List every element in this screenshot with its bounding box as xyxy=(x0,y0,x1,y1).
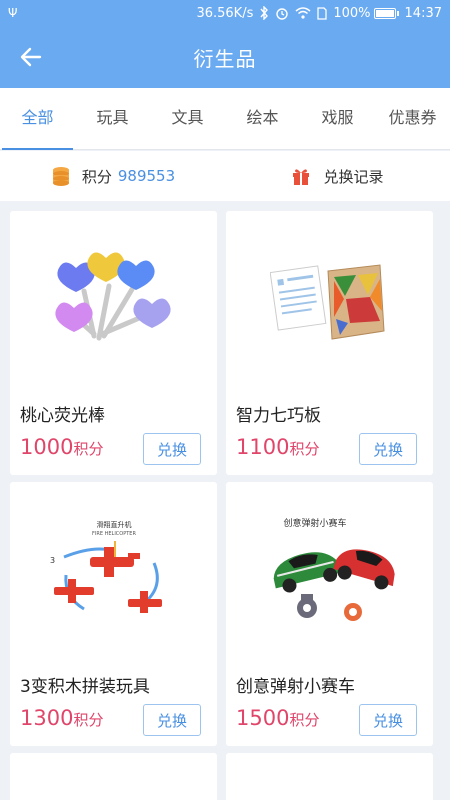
product-price: 1300积分 xyxy=(20,706,104,730)
product-image-transforming-blocks: 滑翔直升机 FIRE HELICOPTER 3 xyxy=(10,482,217,662)
tab-picture-books[interactable]: 绘本 xyxy=(225,88,300,150)
product-image-tangram xyxy=(226,211,433,391)
category-tabs: 全部 玩具 文具 绘本 戏服 优惠券 xyxy=(0,88,450,150)
redeem-button[interactable]: 兑换 xyxy=(359,433,417,465)
clock: 14:37 xyxy=(404,5,442,21)
tab-all[interactable]: 全部 xyxy=(0,88,75,150)
points-bar: 积分 989553 兑换记录 xyxy=(0,151,450,201)
redeem-records-button[interactable]: 兑换记录 xyxy=(225,166,450,187)
tab-stationery[interactable]: 文具 xyxy=(150,88,225,150)
product-price: 1100积分 xyxy=(236,435,320,459)
product-image-heart-glow-sticks xyxy=(10,211,217,391)
product-card[interactable]: 智力七巧板 1100积分 兑换 xyxy=(226,211,433,475)
svg-text:滑翔直升机: 滑翔直升机 xyxy=(96,520,131,529)
points-label: 积分 xyxy=(81,167,112,186)
redeem-button[interactable]: 兑换 xyxy=(143,433,201,465)
product-name: 创意弹射小赛车 xyxy=(236,677,355,697)
alarm-icon xyxy=(275,6,289,20)
product-name: 智力七巧板 xyxy=(236,406,321,426)
tab-toys[interactable]: 玩具 xyxy=(75,88,150,150)
gift-icon xyxy=(293,169,310,185)
redeem-button[interactable]: 兑换 xyxy=(359,704,417,736)
battery-icon xyxy=(373,7,399,19)
points-value: 989553 xyxy=(117,167,176,185)
battery-percent: 100% xyxy=(333,5,371,21)
redeem-records-label: 兑换记录 xyxy=(323,167,384,186)
tab-coupons[interactable]: 优惠券 xyxy=(375,88,450,150)
product-name: 桃心荧光棒 xyxy=(20,406,105,426)
bluetooth-icon xyxy=(259,6,269,20)
svg-text:3: 3 xyxy=(50,556,55,565)
product-card[interactable]: 桃心荧光棒 1000积分 兑换 xyxy=(10,211,217,475)
app-bar: 衍生品 xyxy=(0,26,450,88)
points-summary: 积分 989553 xyxy=(0,165,225,187)
svg-text:创意弹射小赛车: 创意弹射小赛车 xyxy=(283,517,346,529)
page-title: 衍生品 xyxy=(193,46,257,71)
product-card-partial[interactable] xyxy=(10,753,217,800)
status-bar: Ψ 36.56K/s 100% 14:37 xyxy=(0,0,450,26)
wifi-icon xyxy=(295,7,311,19)
product-price: 1000积分 xyxy=(20,435,104,459)
redeem-button[interactable]: 兑换 xyxy=(143,704,201,736)
product-card-partial[interactable] xyxy=(226,753,433,800)
product-image-launch-race-cars: 创意弹射小赛车 xyxy=(226,482,433,662)
product-price: 1500积分 xyxy=(236,706,320,730)
network-speed: 36.56K/s xyxy=(196,5,254,21)
sim-icon xyxy=(317,6,328,20)
tab-costumes[interactable]: 戏服 xyxy=(300,88,375,150)
arrow-left-icon xyxy=(20,47,42,67)
svg-text:FIRE HELICOPTER: FIRE HELICOPTER xyxy=(92,531,136,537)
coin-stack-icon xyxy=(52,167,69,186)
product-card[interactable]: 滑翔直升机 FIRE HELICOPTER 3 3变积木拼装玩具 1300积分 … xyxy=(10,482,217,746)
back-button[interactable] xyxy=(14,40,48,74)
product-name: 3变积木拼装玩具 xyxy=(20,677,150,697)
product-card[interactable]: 创意弹射小赛车 创意弹射小赛车 1500积分 兑换 xyxy=(226,482,433,746)
usb-icon: Ψ xyxy=(8,6,18,20)
